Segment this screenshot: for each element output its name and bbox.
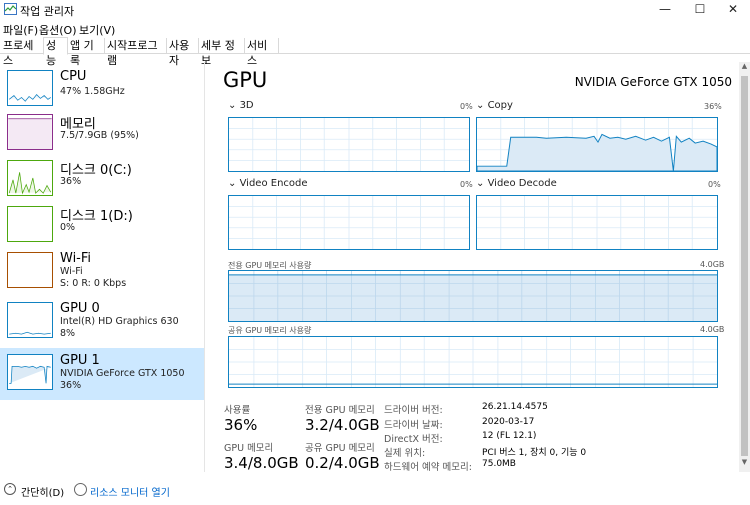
- menu-file[interactable]: 파일(F): [3, 22, 38, 38]
- resource-monitor-icon[interactable]: [74, 483, 87, 496]
- directx-version-label: DirectX 버전:: [384, 434, 443, 445]
- graph-3d: [228, 117, 470, 172]
- wifi-thumbnail-graph: [7, 252, 53, 288]
- graph-pct-video-encode: 0%: [460, 180, 473, 189]
- vertical-scrollbar[interactable]: ▲ ▼: [739, 62, 750, 472]
- resource-name: CPU: [60, 69, 87, 84]
- cpu-thumbnail-graph: [7, 70, 53, 106]
- resource-item-disk0[interactable]: 디스크 0(C:) 36%: [0, 154, 204, 204]
- close-button[interactable]: ✕: [713, 0, 750, 20]
- resource-item-memory[interactable]: 메모리 7.5/7.9GB (95%): [0, 108, 204, 158]
- footer: ⌃ 간단히(D) 리소스 모니터 열기: [0, 478, 750, 505]
- usage-value: 36%: [224, 416, 258, 434]
- resource-detail: 7.5/7.9GB (95%): [60, 130, 139, 141]
- graph-label-copy: ⌄ Copy: [476, 100, 513, 111]
- driver-version-value: 26.21.14.4575: [482, 402, 548, 412]
- resource-detail: 36%: [60, 176, 82, 187]
- gpu1-thumbnail-graph: [7, 354, 53, 390]
- resource-detail: 8%: [60, 328, 76, 339]
- gpu-model-name: NVIDIA GeForce GTX 1050: [574, 75, 732, 89]
- task-manager-icon: [4, 3, 17, 15]
- graph-label-3d: ⌄ 3D: [228, 100, 254, 111]
- resource-detail: Wi-Fi: [60, 266, 83, 277]
- open-resource-monitor-link[interactable]: 리소스 모니터 열기: [90, 484, 170, 499]
- resource-item-wifi[interactable]: Wi-Fi Wi-Fi S: 0 R: 0 Kbps: [0, 246, 204, 298]
- resource-item-disk1[interactable]: 디스크 1(D:) 0%: [0, 200, 204, 250]
- graph-pct-3d: 0%: [460, 102, 473, 111]
- disk1-thumbnail-graph: [7, 206, 53, 242]
- graph-video-encode: [228, 195, 470, 250]
- tab-app-history[interactable]: 앱 기록: [68, 38, 105, 67]
- scroll-up-icon[interactable]: ▲: [739, 62, 750, 74]
- tab-services[interactable]: 서비스: [245, 38, 279, 67]
- tab-users[interactable]: 사용자: [167, 38, 199, 67]
- graph-pct-video-decode: 0%: [708, 180, 721, 189]
- window-title: 작업 관리자: [20, 5, 75, 18]
- graph-label-video-encode: ⌄ Video Encode: [228, 178, 308, 189]
- scroll-thumb[interactable]: [741, 76, 748, 456]
- shared-memory-label: 공유 GPU 메모리 사용량: [228, 326, 312, 335]
- resource-detail: S: 0 R: 0 Kbps: [60, 278, 127, 289]
- graph-pct-copy: 36%: [704, 102, 722, 111]
- copy-usage-area: [477, 133, 717, 171]
- graph-label-video-decode: ⌄ Video Decode: [476, 178, 557, 189]
- tab-bar: 프로세스 성능 앱 기록 시작프로그램 사용자 세부 정보 서비스: [0, 37, 750, 67]
- graph-video-decode: [476, 195, 718, 250]
- resource-name: Wi-Fi: [60, 251, 92, 266]
- menu-bar: 파일(F) 옵션(O) 보기(V): [0, 20, 750, 37]
- graph-shared-memory: [228, 336, 718, 388]
- page-title: GPU: [223, 68, 268, 92]
- graph-copy: [476, 117, 718, 172]
- fewer-details-button[interactable]: 간단히(D): [21, 484, 64, 499]
- tab-startup[interactable]: 시작프로그램: [105, 38, 167, 67]
- resource-item-gpu1[interactable]: GPU 1 NVIDIA GeForce GTX 1050 36%: [0, 348, 204, 400]
- menu-view[interactable]: 보기(V): [79, 22, 115, 38]
- dedicated-memory-max: 4.0GB: [700, 260, 725, 269]
- physical-location-label: 실제 위치:: [384, 448, 426, 459]
- disk0-thumbnail-graph: [7, 160, 53, 196]
- resource-name: GPU 1: [60, 353, 100, 368]
- shared-memory-stat-label: 공유 GPU 메모리: [305, 443, 375, 454]
- driver-version-label: 드라이버 버전:: [384, 405, 443, 416]
- memory-thumbnail-graph: [7, 114, 53, 150]
- shared-memory-max: 4.0GB: [700, 325, 725, 334]
- chevron-up-icon[interactable]: ⌃: [4, 483, 16, 495]
- graph-dedicated-memory: [228, 270, 718, 322]
- resource-detail: 0%: [60, 222, 76, 233]
- directx-version-value: 12 (FL 12.1): [482, 431, 537, 441]
- driver-date-label: 드라이버 날짜:: [384, 420, 443, 431]
- scroll-down-icon[interactable]: ▼: [739, 458, 750, 470]
- tab-details[interactable]: 세부 정보: [199, 38, 245, 67]
- usage-label: 사용률: [224, 405, 251, 416]
- resource-list: CPU 47% 1.58GHz 메모리 7.5/7.9GB (95%) 디스크 …: [0, 62, 205, 472]
- resource-detail: 47% 1.58GHz: [60, 86, 125, 97]
- dedicated-memory-stat-label: 전용 GPU 메모리: [305, 405, 375, 416]
- resource-name: GPU 0: [60, 301, 100, 316]
- shared-memory-stat-value: 0.2/4.0GB: [305, 454, 380, 472]
- resource-detail: NVIDIA GeForce GTX 1050: [60, 368, 185, 379]
- resource-item-gpu0[interactable]: GPU 0 Intel(R) HD Graphics 630 8%: [0, 296, 204, 348]
- resource-detail: 36%: [60, 380, 82, 391]
- resource-detail: Intel(R) HD Graphics 630: [60, 316, 179, 327]
- physical-location-value: PCI 버스 1, 장치 0, 기능 0: [482, 448, 587, 458]
- gpu-memory-label: GPU 메모리: [224, 443, 274, 454]
- tab-performance[interactable]: 성능: [43, 37, 68, 67]
- tab-processes[interactable]: 프로세스: [1, 38, 44, 67]
- gpu-memory-value: 3.4/8.0GB: [224, 454, 299, 472]
- menu-options[interactable]: 옵션(O): [39, 22, 76, 38]
- minimize-button[interactable]: —: [645, 0, 685, 20]
- driver-date-value: 2020-03-17: [482, 417, 535, 427]
- dedicated-memory-stat-value: 3.2/4.0GB: [305, 416, 380, 434]
- gpu0-thumbnail-graph: [7, 302, 53, 338]
- title-bar: 작업 관리자 — ☐ ✕: [0, 0, 750, 20]
- gpu-detail-pane: GPU NVIDIA GeForce GTX 1050 ⌄ 3D 0% ⌄ Co…: [210, 62, 738, 473]
- reserved-memory-label: 하드웨어 예약 메모리:: [384, 462, 472, 473]
- reserved-memory-value: 75.0MB: [482, 459, 516, 469]
- resource-item-cpu[interactable]: CPU 47% 1.58GHz: [0, 64, 204, 114]
